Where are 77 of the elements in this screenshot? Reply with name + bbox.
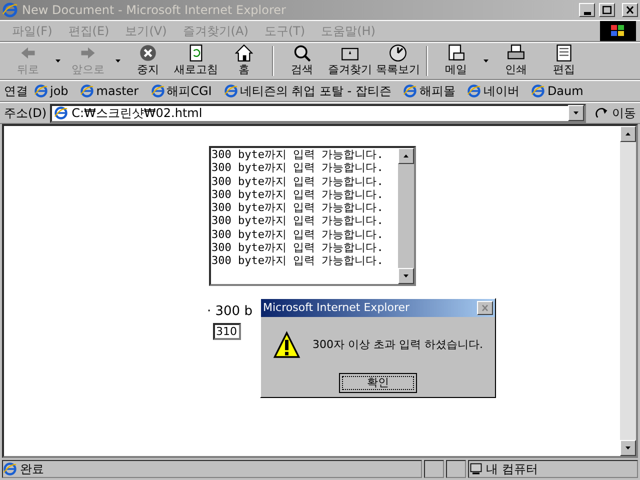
scroll-down-button[interactable]	[620, 440, 636, 456]
toolbar-button[interactable]: 검색	[278, 44, 326, 78]
zone-text: 내 컴퓨터	[486, 461, 538, 478]
maximize-button[interactable]	[599, 3, 615, 17]
page-scrollbar[interactable]	[620, 126, 636, 456]
browser-logo-icon	[2, 2, 18, 18]
link[interactable]: 해피몰	[419, 82, 456, 100]
curved-arrow-icon	[595, 106, 609, 120]
maximize-icon	[600, 4, 614, 16]
page-icon	[224, 84, 238, 98]
status-text: 완료	[20, 461, 44, 478]
page-icon	[34, 84, 48, 98]
go-button[interactable]: 이동	[595, 104, 636, 122]
page-icon	[531, 84, 546, 98]
page-icon	[403, 84, 418, 98]
caret-icon	[402, 272, 410, 280]
page-icon	[3, 462, 17, 476]
status-pane	[446, 460, 466, 478]
toolbar-button[interactable]: 홈	[220, 44, 268, 78]
link[interactable]: 네티즌의 취업 포탈 - 잡티즌	[240, 82, 392, 100]
text-line: 300 byte까지 입력 가능합니다.	[212, 174, 384, 188]
text-line: 300 byte까지 입력 가능합니다.	[212, 241, 384, 254]
page-icon	[467, 84, 482, 98]
caret-icon	[624, 444, 632, 452]
computer-icon	[469, 462, 483, 476]
counter-field[interactable]: 310	[213, 322, 241, 340]
address-field[interactable]: C:₩스크린샷₩02.html	[50, 104, 586, 122]
link[interactable]: 네이버	[483, 82, 520, 100]
clock-icon	[389, 44, 407, 62]
text-area[interactable]: 300 byte까지 입력 가능합니다. 300 byte까지 입력 가능합니다. 300 byte까지 입력 가능합니다. 300 byte까지 입력 가능합니다. 300 byte까지 입력 가능합니다. 300 byte까지 입력 가능합니다. 300 byte까지 입력 가능합니다. 300 byte까지 입력 가능합니다. 300 byte까지 입력 가능합니다.	[208, 146, 416, 286]
link[interactable]: 해피CGI	[166, 82, 212, 100]
minimize-button[interactable]	[579, 3, 595, 17]
minimize-icon	[584, 12, 590, 14]
text-line: 300 byte까지 입력 가능합니다.	[212, 254, 384, 268]
close-button[interactable]	[622, 3, 638, 17]
page-icon	[80, 84, 94, 98]
windows-logo-icon	[600, 21, 636, 41]
stop-icon	[139, 44, 157, 62]
dialog-title: Microsoft Internet Explorer	[263, 300, 411, 316]
scroll-up-button[interactable]	[398, 148, 414, 164]
text-line: 300 byte까지 입력 가능합니다.	[212, 228, 384, 242]
close-icon	[479, 303, 491, 313]
caret-icon	[402, 152, 410, 160]
caret-icon	[624, 130, 632, 138]
status-pane	[424, 460, 444, 478]
links-label: 연결	[4, 83, 28, 100]
dialog-message: 300자 이상 초과 입력 하셨습니다.	[312, 336, 483, 353]
text-line: 300 byte까지 입력 가능합니다.	[212, 201, 384, 214]
toolbar-button[interactable]: 중지	[124, 44, 172, 78]
toolbar-button[interactable]: 목록보기	[374, 44, 422, 78]
scroll-down-button[interactable]	[398, 268, 414, 284]
text-line: 300 byte까지 입력 가능합니다.	[212, 188, 384, 202]
link[interactable]: master	[96, 82, 139, 100]
scroll-up-button[interactable]	[620, 126, 636, 142]
page-icon	[150, 84, 165, 98]
toolbar-button[interactable]: 새로고침	[172, 44, 220, 78]
window-title: New Document - Microsoft Internet Explorer	[22, 2, 287, 19]
text-line: 300 byte까지 입력 가능합니다.	[212, 161, 384, 175]
link[interactable]: Daum	[547, 82, 584, 100]
caret-icon[interactable]	[482, 57, 490, 65]
toolbar-button[interactable]: 즐겨찾기	[326, 44, 374, 78]
address-label: 주소(D)	[4, 105, 47, 122]
toolbar-button[interactable]: 인쇄	[492, 44, 540, 78]
link[interactable]: job	[50, 82, 68, 100]
search-icon	[293, 44, 311, 62]
dropdown-button[interactable]	[568, 105, 584, 121]
text-line: 300 byte까지 입력 가능합니다.	[212, 148, 384, 162]
page-icon	[54, 106, 68, 120]
close-button[interactable]	[477, 301, 493, 315]
caret-icon	[572, 109, 580, 117]
warning-icon	[273, 329, 301, 361]
text-line: 300 byte까지 입력 가능합니다.	[212, 214, 384, 228]
toolbar-button[interactable]: 메일	[432, 44, 480, 78]
ok-button[interactable]: 확인	[339, 373, 417, 393]
toolbar-button[interactable]: 편집	[540, 44, 588, 78]
counter-label: · 300 b	[207, 304, 252, 319]
scrollbar[interactable]	[398, 148, 414, 284]
